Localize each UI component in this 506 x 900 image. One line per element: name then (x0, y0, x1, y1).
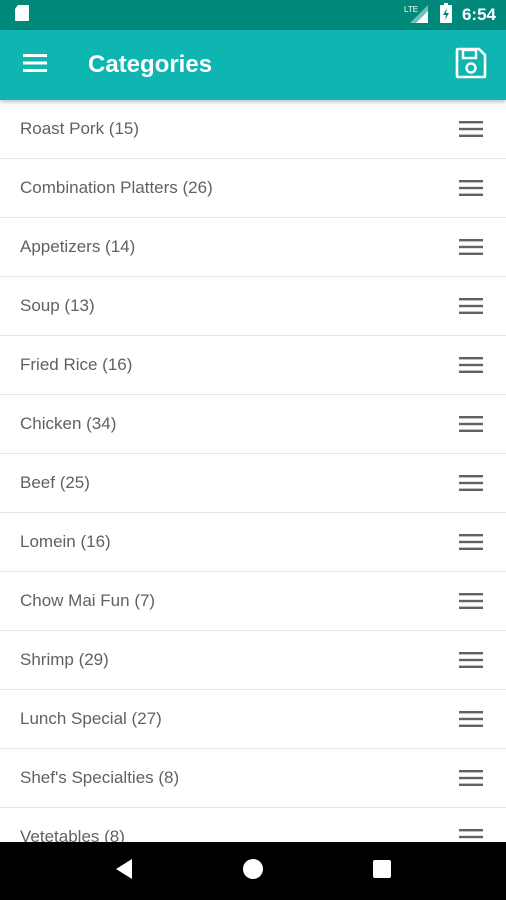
category-label: Soup (13) (20, 296, 95, 315)
list-item[interactable]: Chicken (34) (0, 395, 506, 454)
save-button[interactable] (436, 30, 506, 100)
status-right: LTE 6:54 (404, 2, 496, 28)
drag-handle-icon[interactable] (458, 827, 484, 842)
category-label: Roast Pork (15) (20, 119, 140, 138)
back-button[interactable] (104, 851, 144, 891)
drag-handle-icon[interactable] (458, 119, 484, 139)
list-item[interactable]: Combination Platters (26) (0, 159, 506, 218)
category-label: Lunch Special (27) (20, 709, 162, 728)
recents-square-icon (372, 859, 392, 884)
list-item[interactable]: Lunch Special (27) (0, 690, 506, 749)
list-item[interactable]: Appetizers (14) (0, 218, 506, 277)
list-item[interactable]: Fried Rice (16) (0, 336, 506, 395)
drag-handle-icon[interactable] (458, 237, 484, 257)
drag-handle-icon[interactable] (458, 178, 484, 198)
list-item[interactable]: Roast Pork (15) (0, 100, 506, 159)
drag-handle-icon[interactable] (458, 650, 484, 670)
drag-handle-icon[interactable] (458, 532, 484, 552)
drag-handle-icon[interactable] (458, 355, 484, 375)
drag-handle-icon[interactable] (458, 296, 484, 316)
lte-label: LTE (404, 5, 418, 14)
category-label: Chicken (34) (20, 414, 117, 433)
drag-handle-icon[interactable] (458, 591, 484, 611)
drag-handle-icon[interactable] (458, 473, 484, 493)
category-label: Lomein (16) (20, 532, 111, 551)
status-left (14, 4, 30, 27)
back-triangle-icon (114, 858, 134, 885)
category-label: Shrimp (29) (20, 650, 109, 669)
category-label: Chow Mai Fun (7) (20, 591, 156, 610)
drag-handle-icon[interactable] (458, 709, 484, 729)
app-bar: Categories (0, 30, 506, 100)
list-item[interactable]: Soup (13) (0, 277, 506, 336)
list-item[interactable]: Beef (25) (0, 454, 506, 513)
category-label: Vetetables (8) (20, 827, 125, 842)
category-label: Appetizers (14) (20, 237, 136, 256)
save-floppy-icon (455, 47, 487, 84)
home-button[interactable] (233, 851, 273, 891)
hamburger-menu-icon (23, 53, 47, 77)
category-label: Shef's Specialties (8) (20, 768, 180, 787)
drag-handle-icon[interactable] (458, 768, 484, 788)
status-bar: LTE 6:54 (0, 0, 506, 30)
category-label: Beef (25) (20, 473, 90, 492)
list-item[interactable]: Lomein (16) (0, 513, 506, 572)
navigation-bar (0, 842, 506, 900)
list-item[interactable]: Shrimp (29) (0, 631, 506, 690)
drag-handle-icon[interactable] (458, 414, 484, 434)
list-item[interactable]: Vetetables (8) (0, 808, 506, 842)
category-label: Combination Platters (26) (20, 178, 213, 197)
home-circle-icon (242, 858, 264, 885)
category-label: Fried Rice (16) (20, 355, 133, 374)
lte-signal-icon: LTE (404, 3, 430, 28)
recents-button[interactable] (362, 851, 402, 891)
category-list[interactable]: Roast Pork (15) Combination Platters (26)… (0, 100, 506, 842)
list-item[interactable]: Chow Mai Fun (7) (0, 572, 506, 631)
list-item[interactable]: Shef's Specialties (8) (0, 749, 506, 808)
menu-button[interactable] (0, 30, 70, 100)
sd-card-icon (14, 4, 30, 27)
status-time: 6:54 (461, 5, 496, 24)
page-title: Categories (88, 51, 213, 78)
battery-charging-icon (439, 2, 452, 28)
